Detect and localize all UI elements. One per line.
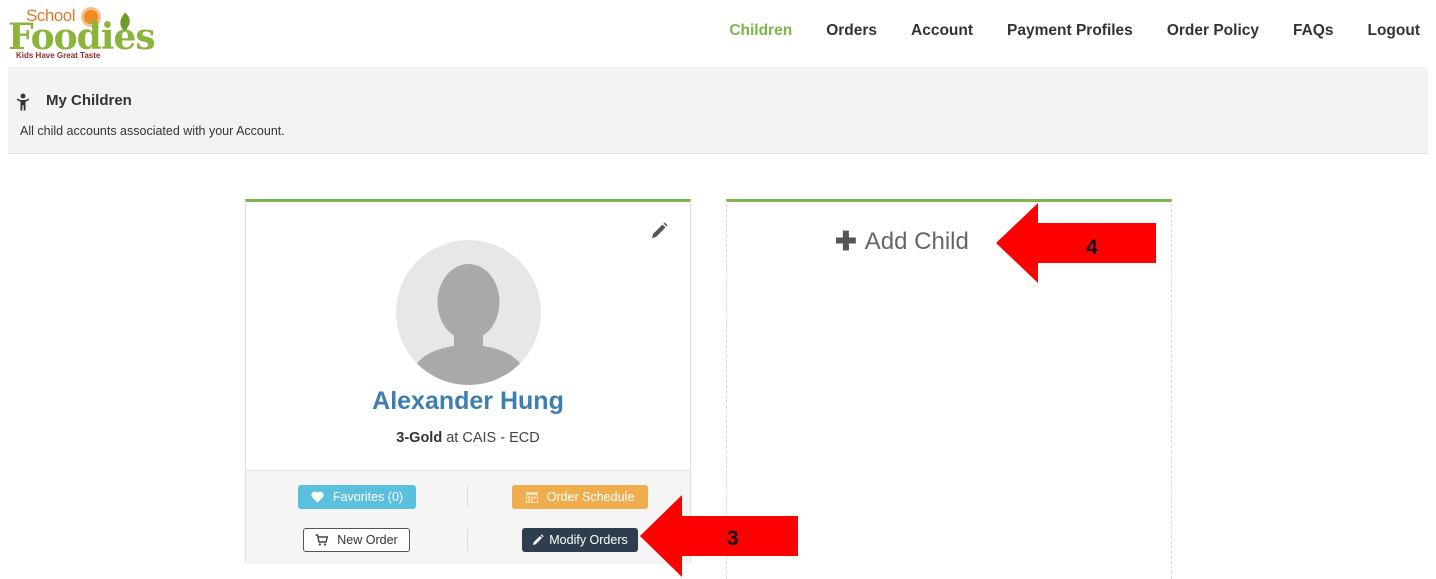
nav-children[interactable]: Children: [729, 22, 792, 40]
annotation-arrow-3: [640, 495, 798, 577]
child-name[interactable]: Alexander Hung: [246, 387, 690, 416]
add-child-label: Add Child: [864, 227, 969, 255]
cart-icon: [315, 534, 329, 546]
modify-orders-label: Modify Orders: [549, 533, 628, 547]
annotation-label-4: 4: [1086, 236, 1098, 259]
modify-orders-button[interactable]: Modify Orders: [522, 528, 638, 552]
new-order-label: New Order: [337, 533, 398, 547]
add-child-button[interactable]: ✚ Add Child: [835, 226, 969, 257]
nav-account[interactable]: Account: [911, 22, 973, 40]
calendar-icon: [525, 492, 538, 503]
page-description: All child accounts associated with your …: [20, 124, 285, 138]
plus-icon: ✚: [835, 226, 857, 256]
nav-orders[interactable]: Orders: [826, 22, 877, 40]
default-avatar-icon: [396, 240, 541, 385]
logo-tagline: Kids Have Great Taste: [16, 51, 101, 60]
new-order-button[interactable]: New Order: [303, 528, 410, 552]
action-divider: [467, 486, 468, 508]
child-card: Alexander Hung 3-Gold at CAIS - ECD Favo…: [245, 199, 691, 562]
order-schedule-label: Order Schedule: [546, 490, 635, 504]
nav-faqs[interactable]: FAQs: [1293, 22, 1333, 40]
pencil-icon: [533, 534, 544, 545]
nav-order-policy[interactable]: Order Policy: [1167, 22, 1259, 40]
order-schedule-button[interactable]: Order Schedule: [512, 485, 648, 509]
favorites-button[interactable]: Favorites (0): [298, 485, 416, 509]
pencil-icon[interactable]: [650, 222, 668, 240]
child-card-actions: Favorites (0) Order Schedule New Order M…: [246, 470, 690, 562]
favorites-label: Favorites (0): [332, 490, 404, 504]
nav-payment-profiles[interactable]: Payment Profiles: [1007, 22, 1133, 40]
child-grade: 3-Gold: [396, 430, 443, 446]
page-header: My Children All child accounts associate…: [8, 67, 1428, 154]
page-title: My Children: [46, 92, 132, 109]
annotation-arrow-4: [996, 203, 1156, 283]
child-school: CAIS - ECD: [462, 430, 540, 446]
school-foodies-logo[interactable]: School Foodies Kids Have Great Taste: [8, 6, 156, 62]
nav-logout[interactable]: Logout: [1367, 22, 1420, 40]
child-class-info: 3-Gold at CAIS - ECD: [246, 430, 690, 446]
top-header: School Foodies Kids Have Great Taste Chi…: [0, 0, 1436, 66]
heart-icon: [311, 491, 324, 503]
annotation-label-3: 3: [727, 527, 739, 550]
child-icon: [17, 93, 29, 111]
child-at-word: at: [446, 430, 459, 446]
action-divider: [467, 529, 468, 551]
main-nav: Children Orders Account Payment Profiles…: [695, 22, 1420, 40]
